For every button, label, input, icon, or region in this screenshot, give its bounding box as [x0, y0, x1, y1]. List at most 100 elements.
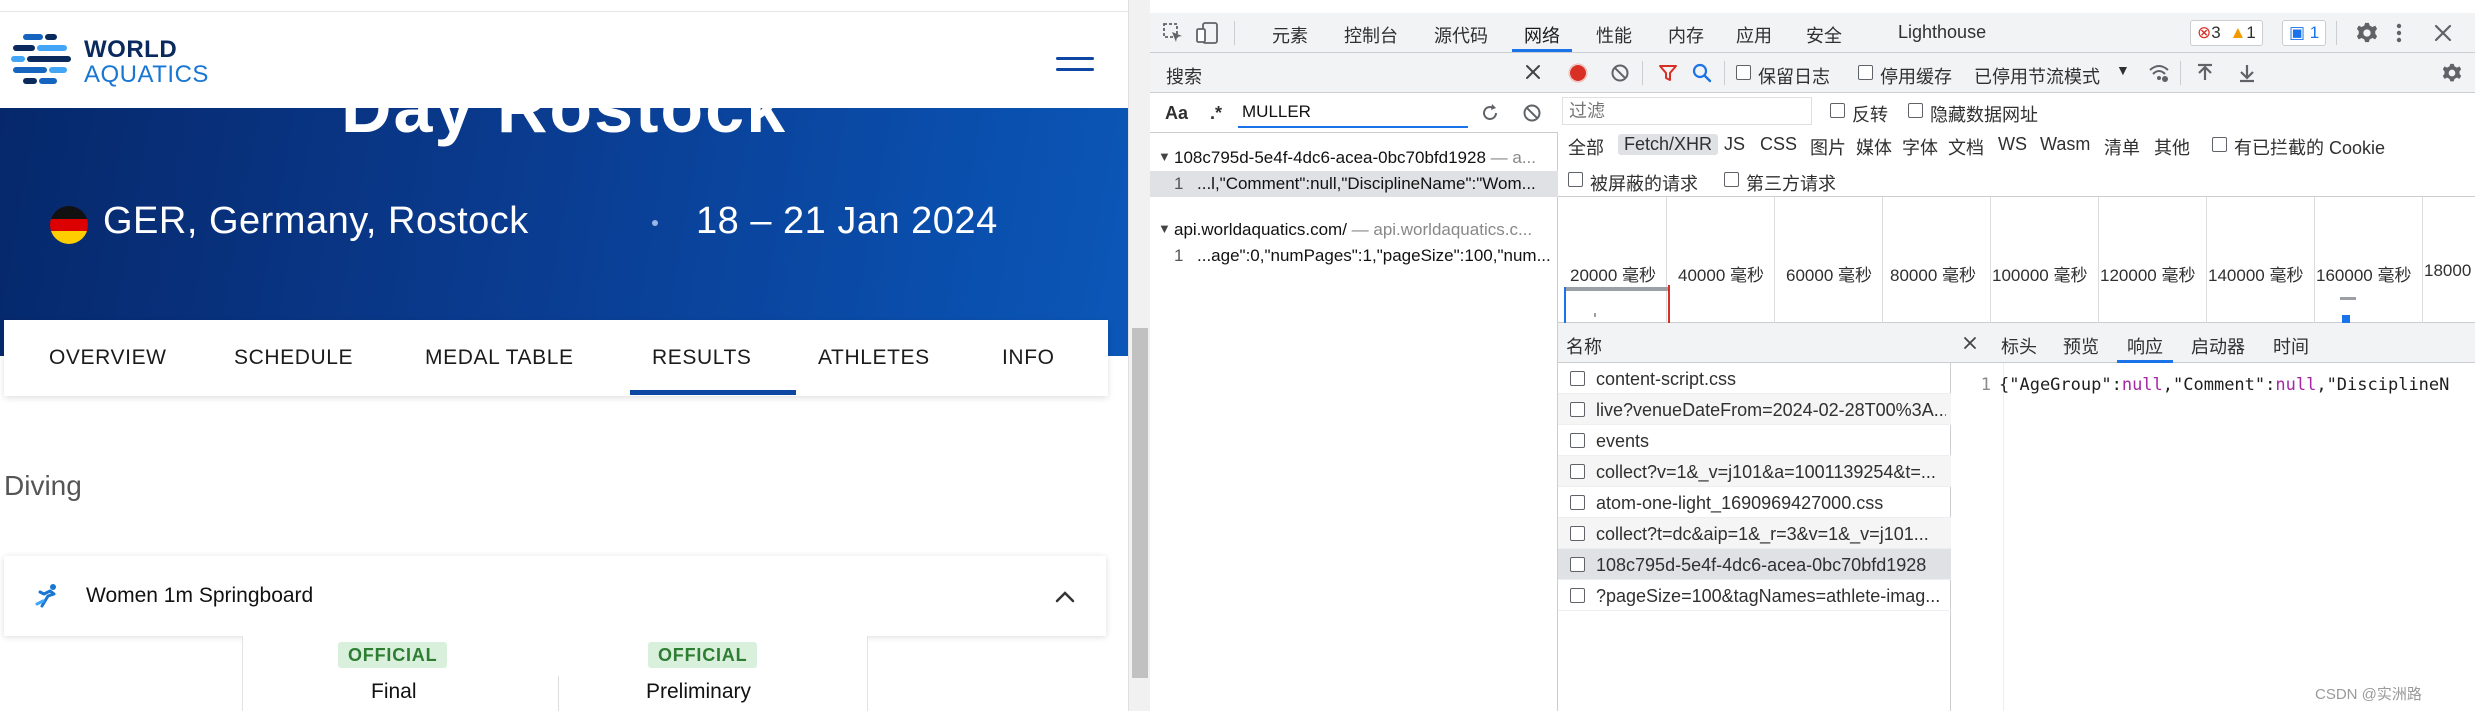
settings-gear-icon[interactable] — [2356, 22, 2378, 44]
hide-data-urls-checkbox[interactable] — [1908, 103, 1923, 118]
throttling-select[interactable]: 已停用节流模式 — [1974, 63, 2100, 89]
request-checkbox[interactable] — [1570, 557, 1585, 572]
tab-info[interactable]: INFO — [1002, 346, 1055, 370]
tab-network[interactable]: 网络 — [1524, 22, 1560, 48]
type-js[interactable]: JS — [1724, 134, 1745, 155]
match-line-number: 1 — [1174, 246, 1184, 265]
tab-performance[interactable]: 性能 — [1596, 22, 1632, 48]
tab-lighthouse[interactable]: Lighthouse — [1898, 22, 1986, 43]
type-font[interactable]: 字体 — [1902, 134, 1938, 160]
tab-overview[interactable]: OVERVIEW — [49, 346, 167, 370]
request-row[interactable]: collect?t=dc&aip=1&_r=3&v=1&_v=j101... — [1558, 518, 1951, 549]
tab-application[interactable]: 应用 — [1736, 22, 1772, 48]
request-row[interactable]: content-script.css — [1558, 363, 1951, 394]
search-result-file[interactable]: ▼ 108c795d-5e4f-4dc6-acea-0bc70bfd1928 —… — [1150, 145, 1558, 171]
type-img[interactable]: 图片 — [1810, 134, 1846, 160]
type-other[interactable]: 其他 — [2154, 134, 2190, 160]
close-search-icon[interactable] — [1524, 63, 1542, 81]
preserve-log-checkbox[interactable] — [1736, 65, 1751, 80]
request-row[interactable]: events — [1558, 425, 1951, 456]
tab-sources[interactable]: 源代码 — [1434, 22, 1488, 48]
export-har-icon[interactable] — [2238, 63, 2256, 83]
menu-hamburger-icon[interactable] — [1056, 57, 1094, 79]
request-checkbox[interactable] — [1570, 464, 1585, 479]
search-result-match[interactable]: 1 ...l,"Comment":null,"DisciplineName":"… — [1150, 171, 1558, 197]
world-aquatics-logo-icon[interactable] — [10, 31, 72, 89]
search-result-match[interactable]: 1 ...age":0,"numPages":1,"pageSize":100,… — [1150, 243, 1558, 269]
tab-schedule[interactable]: SCHEDULE — [234, 346, 353, 370]
name-column-header[interactable]: 名称 — [1566, 333, 1602, 359]
disable-cache-checkbox[interactable] — [1858, 65, 1873, 80]
timeline-label: 60000 毫秒 — [1786, 266, 1872, 285]
messages-counter[interactable]: ▣ 1 — [2282, 20, 2327, 46]
logo-wordmark[interactable]: WORLD AQUATICS — [84, 37, 209, 87]
request-row[interactable]: live?venueDateFrom=2024-02-28T00%3A... — [1558, 394, 1951, 425]
type-wasm[interactable]: Wasm — [2040, 134, 2090, 155]
refresh-icon[interactable] — [1480, 103, 1500, 123]
network-conditions-icon[interactable] — [2148, 63, 2170, 83]
expand-arrow-icon[interactable]: ▼ — [1158, 221, 1171, 236]
network-settings-gear-icon[interactable] — [2442, 63, 2462, 83]
tab-headers[interactable]: 标头 — [2001, 333, 2037, 359]
device-toolbar-icon[interactable] — [1196, 22, 1220, 44]
blocked-cookies-checkbox[interactable] — [2212, 137, 2227, 152]
inspect-element-icon[interactable] — [1162, 22, 1184, 44]
request-row[interactable]: collect?v=1&_v=j101&a=1001139254&t=... — [1558, 456, 1951, 487]
blocked-requests-checkbox[interactable] — [1568, 172, 1583, 187]
import-har-icon[interactable] — [2196, 63, 2214, 83]
close-detail-icon[interactable] — [1963, 336, 1977, 350]
request-checkbox[interactable] — [1570, 371, 1585, 386]
request-row[interactable]: ?pageSize=100&tagNames=athlete-imag... — [1558, 580, 1951, 611]
tab-preview[interactable]: 预览 — [2063, 333, 2099, 359]
search-icon[interactable] — [1692, 63, 1712, 83]
network-overview-timeline[interactable]: 20000 毫秒 40000 毫秒 60000 毫秒 80000 毫秒 1000… — [1558, 197, 2475, 325]
clear-log-icon[interactable] — [1610, 63, 1630, 83]
tab-security[interactable]: 安全 — [1806, 22, 1842, 48]
tab-results[interactable]: RESULTS — [652, 346, 752, 370]
request-row[interactable]: atom-one-light_1690969427000.css — [1558, 487, 1951, 518]
round-final[interactable]: Final — [371, 680, 417, 704]
more-options-icon[interactable] — [2394, 22, 2404, 44]
tab-elements[interactable]: 元素 — [1272, 22, 1308, 48]
search-input[interactable] — [1238, 98, 1468, 128]
response-line[interactable]: 1 {"AgeGroup":null,"Comment":null,"Disci… — [1951, 373, 2475, 399]
request-checkbox[interactable] — [1570, 526, 1585, 541]
invert-checkbox[interactable] — [1830, 103, 1845, 118]
type-manifest[interactable]: 清单 — [2104, 134, 2140, 160]
tab-console[interactable]: 控制台 — [1344, 22, 1398, 48]
tab-athletes[interactable]: ATHLETES — [818, 346, 930, 370]
match-case-toggle[interactable]: Aa — [1165, 103, 1188, 124]
tab-memory[interactable]: 内存 — [1668, 22, 1704, 48]
clear-search-icon[interactable] — [1522, 103, 1542, 123]
type-doc[interactable]: 文档 — [1948, 134, 1984, 160]
request-checkbox[interactable] — [1570, 402, 1585, 417]
tab-initiator[interactable]: 启动器 — [2191, 333, 2245, 359]
request-row-selected[interactable]: 108c795d-5e4f-4dc6-acea-0bc70bfd1928 — [1558, 549, 1951, 580]
regex-toggle[interactable]: .* — [1210, 103, 1222, 124]
type-css[interactable]: CSS — [1760, 134, 1797, 155]
round-preliminary[interactable]: Preliminary — [646, 680, 751, 704]
request-checkbox[interactable] — [1570, 588, 1585, 603]
chevron-up-icon[interactable] — [1054, 586, 1076, 608]
tab-response[interactable]: 响应 — [2127, 333, 2163, 359]
search-result-file[interactable]: ▼ api.worldaquatics.com/ — api.worldaqua… — [1150, 217, 1558, 243]
scrollbar-thumb[interactable] — [1132, 328, 1148, 678]
type-all[interactable]: 全部 — [1568, 134, 1604, 160]
type-ws[interactable]: WS — [1998, 134, 2027, 155]
record-icon[interactable] — [1568, 63, 1588, 83]
event-accordion[interactable]: Women 1m Springboard — [4, 556, 1106, 636]
issues-counter[interactable]: ⊗3 ▲1 — [2190, 20, 2263, 46]
third-party-checkbox[interactable] — [1724, 172, 1739, 187]
tab-timing[interactable]: 时间 — [2273, 333, 2309, 359]
request-checkbox[interactable] — [1570, 433, 1585, 448]
tab-medal-table[interactable]: MEDAL TABLE — [425, 346, 574, 370]
dropdown-arrow-icon[interactable]: ▼ — [2116, 62, 2130, 78]
type-media[interactable]: 媒体 — [1856, 134, 1892, 160]
filter-icon[interactable] — [1658, 63, 1678, 83]
page-scrollbar[interactable] — [1128, 0, 1150, 711]
filter-input[interactable] — [1562, 97, 1812, 125]
expand-arrow-icon[interactable]: ▼ — [1158, 149, 1171, 164]
request-checkbox[interactable] — [1570, 495, 1585, 510]
type-fetch-xhr[interactable]: Fetch/XHR — [1618, 134, 1719, 155]
close-devtools-icon[interactable] — [2432, 22, 2454, 44]
